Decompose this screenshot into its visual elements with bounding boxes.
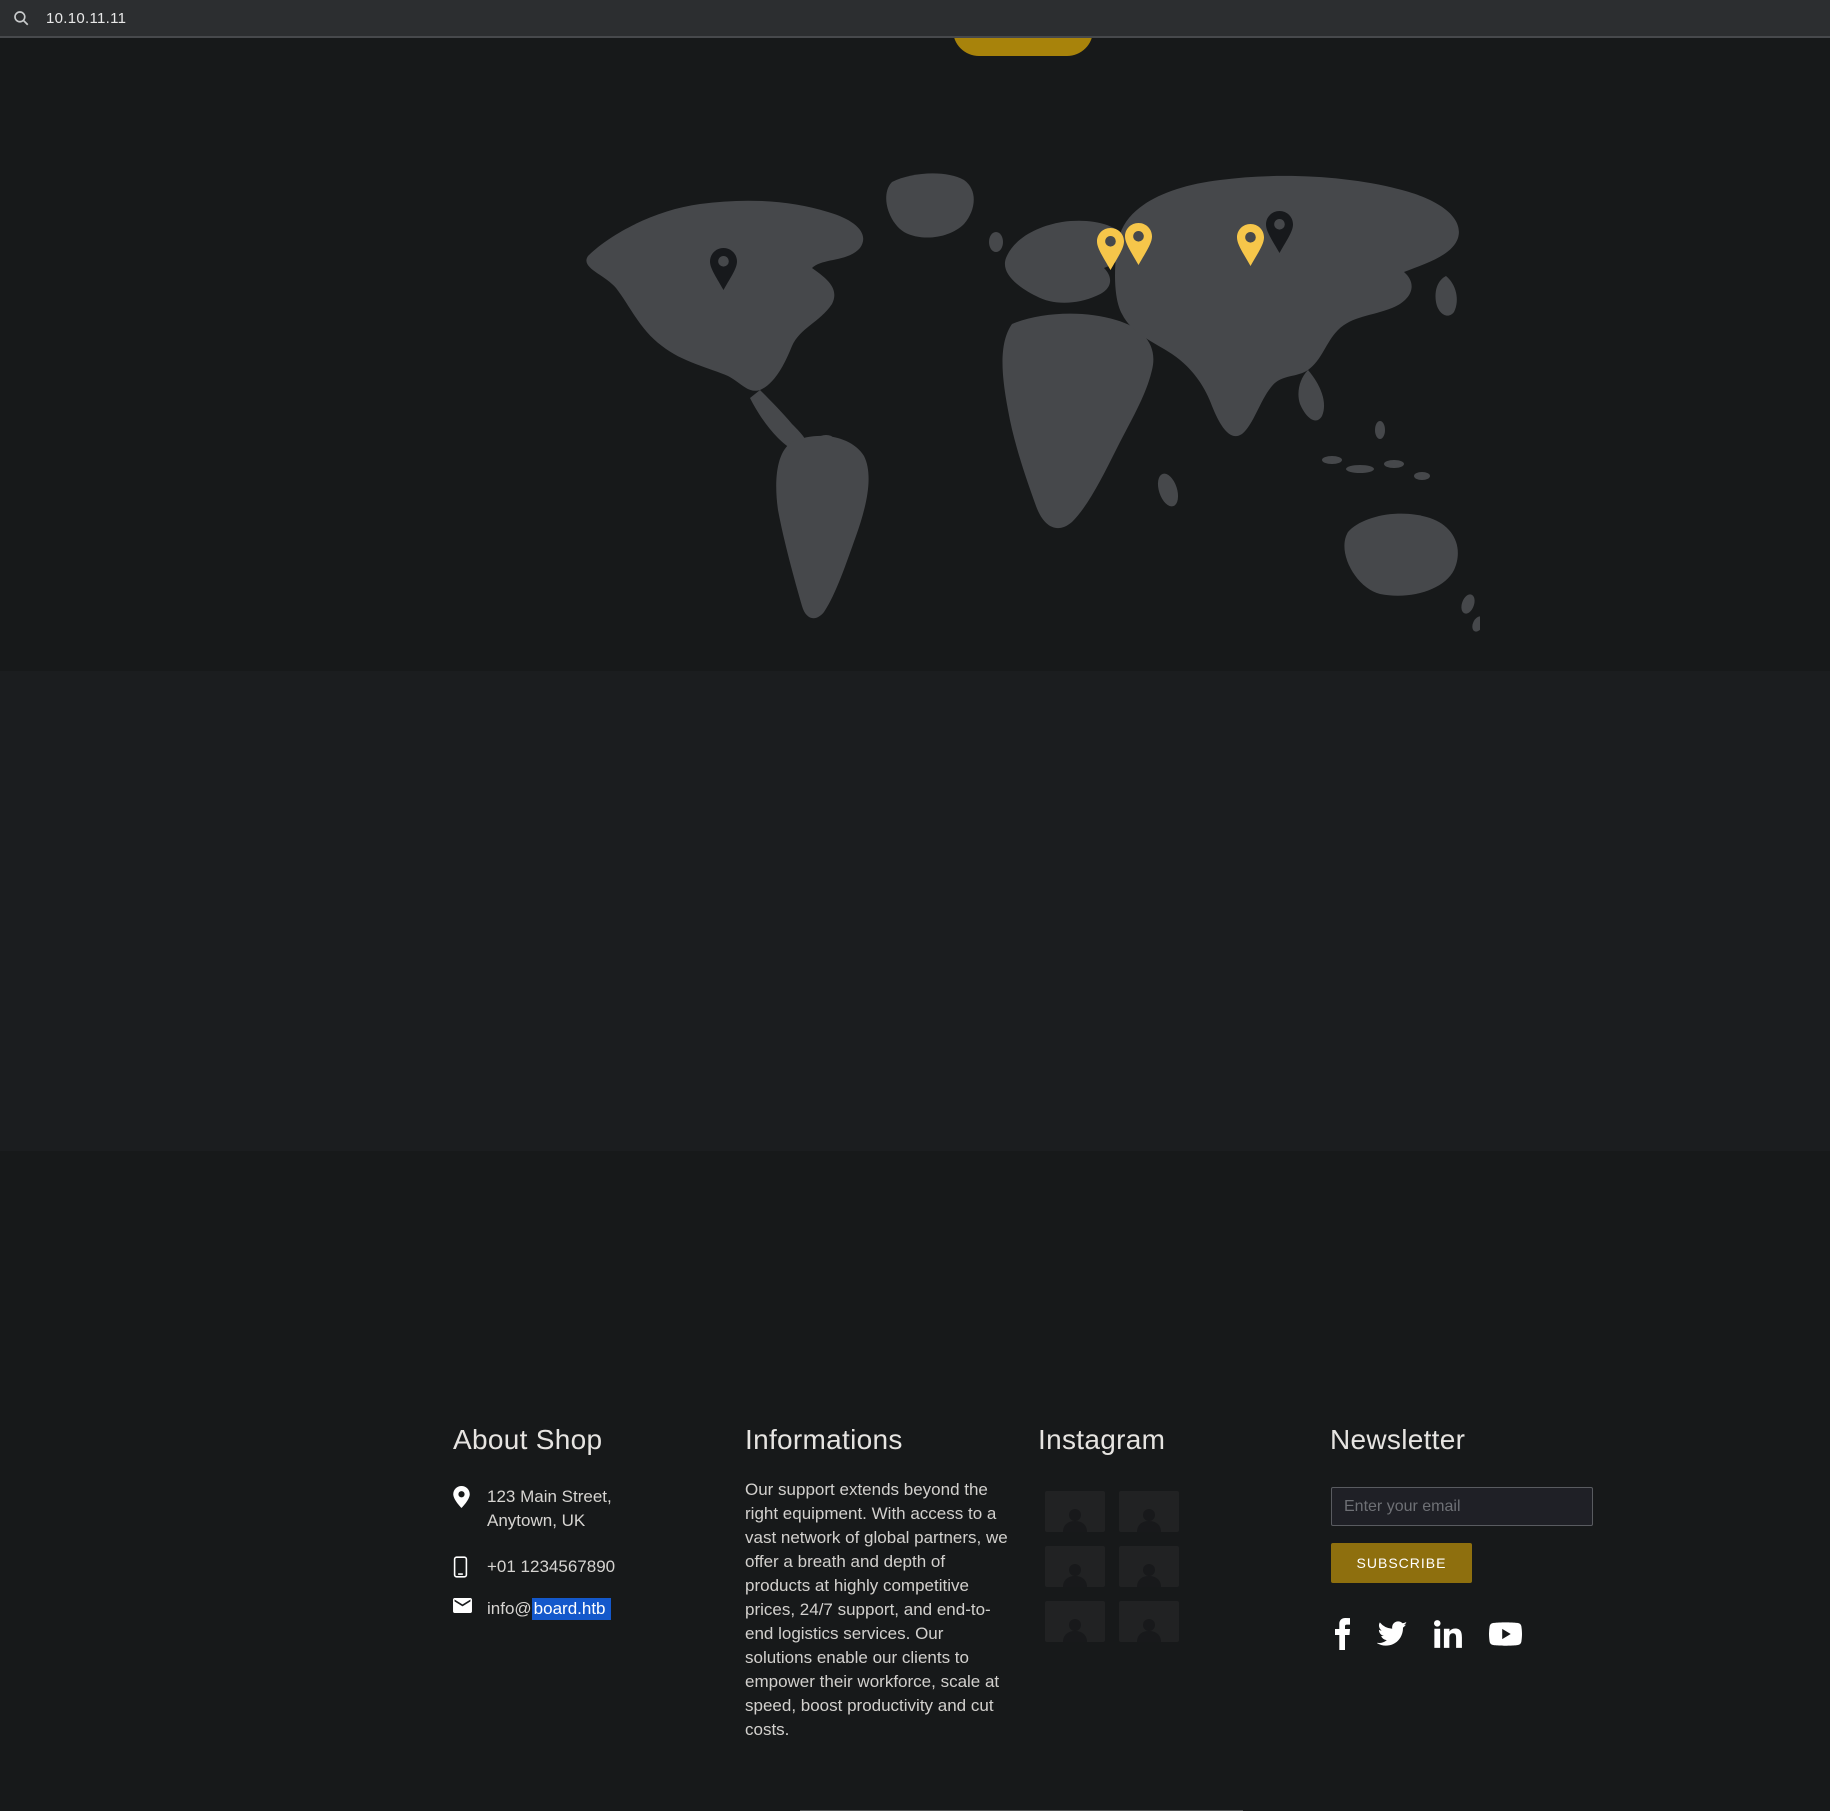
subscribe-button[interactable]: SUBSCRIBE — [1331, 1543, 1472, 1583]
address-row: 123 Main Street, Anytown, UK — [453, 1485, 612, 1533]
phone-text: +01 1234567890 — [487, 1555, 615, 1579]
instagram-heading: Instagram — [1038, 1424, 1165, 1456]
facebook-icon[interactable] — [1334, 1618, 1351, 1650]
about-shop-heading: About Shop — [453, 1424, 602, 1456]
newsletter-heading: Newsletter — [1330, 1424, 1465, 1456]
world-map-section — [0, 38, 1830, 671]
address-line2: Anytown, UK — [487, 1511, 585, 1530]
world-map — [560, 138, 1480, 643]
email-text: info@board.htb — [487, 1597, 611, 1621]
instagram-thumb[interactable] — [1045, 1491, 1105, 1532]
newsletter-email-input[interactable] — [1331, 1487, 1593, 1526]
phone-icon — [453, 1556, 477, 1578]
pin-yellow-east-europe-1 — [1097, 228, 1124, 275]
instagram-thumb[interactable] — [1045, 1546, 1105, 1587]
address-text: 123 Main Street, Anytown, UK — [487, 1485, 612, 1533]
social-links — [1334, 1616, 1522, 1652]
footer: About Shop Informations Instagram Newsle… — [0, 671, 1830, 1151]
email-prefix: info@ — [487, 1599, 532, 1618]
address-line1: 123 Main Street, — [487, 1487, 612, 1506]
envelope-icon — [453, 1598, 477, 1613]
pin-dark-siberia — [1266, 211, 1293, 258]
email-row: info@board.htb — [453, 1597, 611, 1621]
instagram-thumb[interactable] — [1119, 1491, 1179, 1532]
email-highlighted: board.htb — [532, 1598, 611, 1620]
instagram-thumb[interactable] — [1119, 1546, 1179, 1587]
url-text[interactable]: 10.10.11.11 — [46, 10, 126, 27]
pin-yellow-siberia — [1237, 224, 1264, 271]
informations-paragraph: Our support extends beyond the right equ… — [745, 1478, 1013, 1742]
linkedin-icon[interactable] — [1434, 1620, 1463, 1648]
pin-dark-canada — [710, 248, 737, 295]
phone-row: +01 1234567890 — [453, 1555, 615, 1579]
pin-yellow-east-europe-2 — [1125, 223, 1152, 270]
instagram-grid — [1045, 1491, 1181, 1642]
map-pin-icon — [453, 1486, 477, 1508]
search-icon[interactable] — [12, 9, 30, 27]
instagram-thumb[interactable] — [1045, 1601, 1105, 1642]
youtube-icon[interactable] — [1489, 1622, 1522, 1646]
twitter-icon[interactable] — [1377, 1621, 1408, 1647]
browser-address-bar[interactable]: 10.10.11.11 — [0, 0, 1830, 38]
world-map-image — [560, 138, 1480, 643]
informations-heading: Informations — [745, 1424, 903, 1456]
instagram-thumb[interactable] — [1119, 1601, 1179, 1642]
